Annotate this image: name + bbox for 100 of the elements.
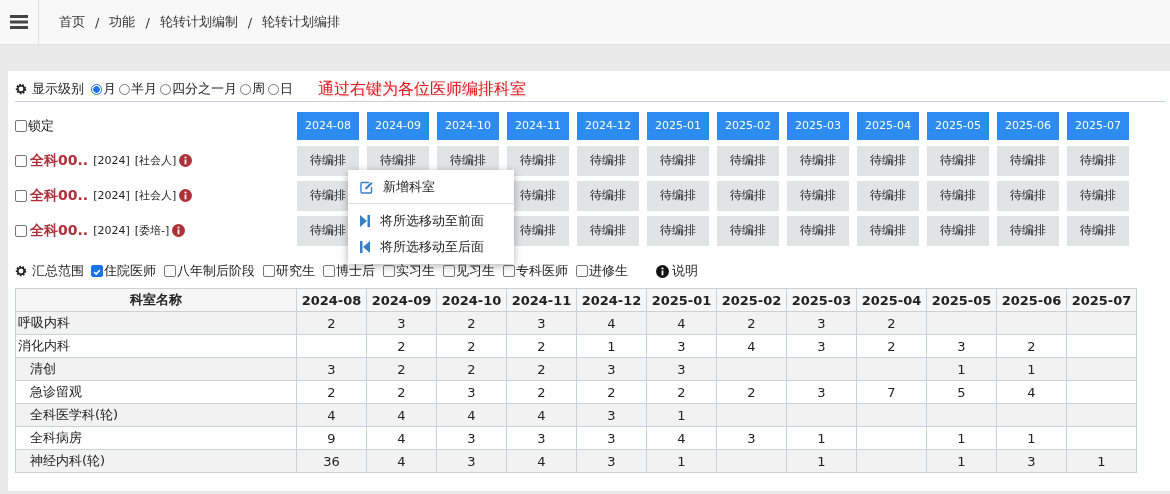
pending-cell[interactable]: 待编排 bbox=[997, 180, 1059, 211]
pending-cell[interactable]: 待编排 bbox=[647, 215, 709, 246]
doctor-year: [2024] bbox=[93, 189, 130, 202]
column-header: 科室名称 bbox=[15, 288, 297, 312]
pending-cell[interactable]: 待编排 bbox=[857, 180, 919, 211]
breadcrumb-separator: / bbox=[247, 14, 253, 30]
menu-icon bbox=[10, 15, 28, 29]
pending-cell[interactable]: 待编排 bbox=[717, 180, 779, 211]
count-cell: 4 bbox=[366, 426, 437, 450]
radio-option[interactable]: 半月 bbox=[119, 80, 157, 98]
count-cell: 2 bbox=[856, 334, 927, 358]
department-cell: 神经内科(轮) bbox=[15, 449, 297, 473]
summary-scope-label: 汇总范围 bbox=[32, 262, 84, 280]
doctor-name: 全科00.. bbox=[30, 186, 89, 205]
count-cell: 4 bbox=[716, 334, 787, 358]
count-cell: 3 bbox=[646, 334, 717, 358]
pending-cell[interactable]: 待编排 bbox=[787, 215, 849, 246]
pending-cell[interactable]: 待编排 bbox=[577, 215, 639, 246]
pending-cell[interactable]: 待编排 bbox=[787, 145, 849, 176]
lock-checkbox[interactable]: 锁定 bbox=[15, 116, 54, 135]
column-header: 2025-01 bbox=[646, 288, 717, 312]
pending-cell[interactable]: 待编排 bbox=[997, 145, 1059, 176]
column-header: 2025-05 bbox=[926, 288, 997, 312]
scope-checkbox[interactable]: 八年制后阶段 bbox=[164, 262, 255, 280]
step-forward-icon bbox=[360, 215, 370, 227]
doctor-checkbox[interactable] bbox=[15, 224, 27, 237]
scope-checkbox[interactable]: 实习生 bbox=[383, 262, 435, 280]
column-header: 2024-09 bbox=[366, 288, 437, 312]
breadcrumb-item[interactable]: 轮转计划编制 bbox=[159, 13, 238, 31]
count-cell: 3 bbox=[786, 380, 857, 404]
count-cell: 1 bbox=[926, 426, 997, 450]
column-header: 2025-04 bbox=[856, 288, 927, 312]
pending-cell[interactable]: 待编排 bbox=[857, 145, 919, 176]
doctor-checkbox[interactable] bbox=[15, 154, 27, 167]
column-header: 2024-11 bbox=[506, 288, 577, 312]
breadcrumb-separator: / bbox=[145, 14, 150, 30]
radio-option[interactable]: 周 bbox=[240, 80, 265, 98]
pending-cell[interactable]: 待编排 bbox=[927, 180, 989, 211]
count-cell: 4 bbox=[646, 426, 717, 450]
pending-cell[interactable]: 待编排 bbox=[647, 145, 709, 176]
breadcrumb-item: 轮转计划编排 bbox=[262, 13, 341, 31]
column-header: 2024-08 bbox=[296, 288, 367, 312]
count-cell: 3 bbox=[506, 426, 577, 450]
help-link[interactable]: 说明 bbox=[672, 262, 698, 280]
pending-cell[interactable]: 待编排 bbox=[1067, 215, 1129, 246]
pending-cell[interactable]: 待编排 bbox=[577, 145, 639, 176]
count-cell: 1 bbox=[996, 426, 1067, 450]
pending-cell[interactable]: 待编排 bbox=[1067, 145, 1129, 176]
radio-option[interactable]: 四分之一月 bbox=[160, 80, 237, 98]
count-cell: 3 bbox=[786, 334, 857, 358]
info-icon[interactable] bbox=[179, 154, 193, 167]
pending-cell[interactable]: 待编排 bbox=[577, 180, 639, 211]
scope-checkbox[interactable]: 住院医师 bbox=[91, 262, 156, 280]
count-cell: 2 bbox=[716, 380, 787, 404]
pending-cell[interactable]: 待编排 bbox=[927, 145, 989, 176]
department-cell: 呼吸内科 bbox=[15, 311, 297, 335]
info-icon[interactable] bbox=[179, 189, 193, 202]
pending-cell[interactable]: 待编排 bbox=[647, 180, 709, 211]
department-cell: 消化内科 bbox=[15, 334, 297, 358]
pending-cell[interactable]: 待编排 bbox=[997, 215, 1059, 246]
doctor-type: [社会人] bbox=[134, 188, 177, 203]
department-cell: 全科病房 bbox=[15, 426, 297, 450]
radio-option[interactable]: 月 bbox=[91, 80, 116, 98]
pending-cell[interactable]: 待编排 bbox=[927, 215, 989, 246]
pending-cell[interactable]: 待编排 bbox=[507, 145, 569, 176]
count-cell: 4 bbox=[996, 380, 1067, 404]
scope-checkbox[interactable]: 博士后 bbox=[323, 262, 375, 280]
pending-cell[interactable]: 待编排 bbox=[297, 145, 359, 176]
count-cell: 2 bbox=[436, 334, 507, 358]
info-icon[interactable] bbox=[172, 224, 186, 237]
scope-checkbox[interactable]: 专科医师 bbox=[503, 262, 568, 280]
pending-cell[interactable]: 待编排 bbox=[717, 145, 779, 176]
column-header: 2025-07 bbox=[1066, 288, 1137, 312]
count-cell: 1 bbox=[576, 334, 647, 358]
count-cell: 3 bbox=[436, 426, 507, 450]
scope-checkbox[interactable]: 见习生 bbox=[443, 262, 495, 280]
pending-cell[interactable]: 待编排 bbox=[1067, 180, 1129, 211]
count-cell: 5 bbox=[926, 380, 997, 404]
column-header: 2025-06 bbox=[996, 288, 1067, 312]
doctor-type: [委培-] bbox=[134, 223, 170, 238]
breadcrumb-item[interactable]: 功能 bbox=[109, 13, 136, 31]
doctor-year: [2024] bbox=[93, 224, 130, 237]
breadcrumb-item[interactable]: 首页 bbox=[59, 13, 85, 31]
column-header: 2025-02 bbox=[716, 288, 787, 312]
scope-checkbox[interactable]: 研究生 bbox=[263, 262, 315, 280]
department-cell: 全科医学科(轮) bbox=[15, 403, 297, 427]
count-cell: 9 bbox=[296, 426, 367, 450]
department-cell: 清创 bbox=[15, 357, 297, 381]
pending-cell[interactable]: 待编排 bbox=[717, 215, 779, 246]
breadcrumb-separator: / bbox=[95, 14, 100, 30]
doctor-checkbox[interactable] bbox=[15, 189, 27, 202]
pending-cell[interactable]: 待编排 bbox=[857, 215, 919, 246]
pending-cell[interactable]: 待编排 bbox=[787, 180, 849, 211]
count-cell: 2 bbox=[296, 380, 367, 404]
department-cell: 急诊留观 bbox=[15, 380, 297, 404]
count-cell: 2 bbox=[506, 380, 577, 404]
count-cell: 3 bbox=[576, 426, 647, 450]
doctor-name: 全科00.. bbox=[30, 221, 89, 240]
radio-option[interactable]: 日 bbox=[268, 80, 293, 98]
scope-checkbox[interactable]: 进修生 bbox=[576, 262, 628, 280]
